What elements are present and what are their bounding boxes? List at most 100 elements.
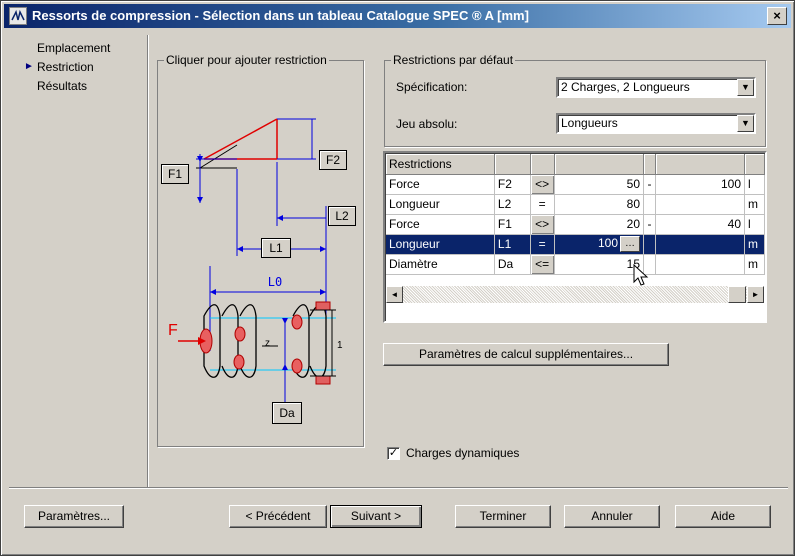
restriction-value-min[interactable]: 100 xyxy=(598,236,618,250)
nav-item-label: Emplacement xyxy=(37,41,111,55)
grid-header-cell[interactable] xyxy=(655,154,746,175)
restriction-symbol[interactable]: L1 xyxy=(494,234,531,255)
restriction-operator-button[interactable]: <> xyxy=(530,214,555,235)
restriction-name[interactable]: Longueur xyxy=(386,194,495,215)
nav-separator xyxy=(147,35,149,487)
restriction-value-min-cell[interactable]: 100… xyxy=(554,234,645,255)
nav-item-resultats[interactable]: Résultats xyxy=(13,79,143,98)
grid-header-cell[interactable] xyxy=(494,154,531,175)
restriction-value-min[interactable]: 20 xyxy=(554,214,645,235)
finish-button[interactable]: Terminer xyxy=(455,505,551,528)
l1-restriction-button[interactable]: L1 xyxy=(261,238,291,258)
restriction-name[interactable]: Force xyxy=(386,174,495,195)
restriction-operator-button[interactable]: = xyxy=(530,234,555,255)
help-button[interactable]: Aide xyxy=(675,505,771,528)
dialog-window: Ressorts de compression - Sélection dans… xyxy=(0,0,795,556)
previous-button[interactable]: < Précédent xyxy=(229,505,327,528)
grid-header-cell[interactable] xyxy=(744,154,765,175)
table-row-selected[interactable]: Longueur L1 = 100… m xyxy=(386,234,765,255)
nav-item-label: Résultats xyxy=(37,79,88,93)
jeu-absolu-select[interactable]: Longueurs ▼ xyxy=(556,113,756,134)
title-bar[interactable]: Ressorts de compression - Sélection dans… xyxy=(4,4,791,28)
specification-label: Spécification: xyxy=(396,80,468,94)
scroll-right-icon[interactable]: ► xyxy=(747,286,764,303)
grid-header-cell[interactable]: Restrictions xyxy=(386,154,495,175)
spring-diagram[interactable]: F1 F2 L2 L1 L0 Da F z 1 xyxy=(160,66,358,442)
edit-cell-icon[interactable]: … xyxy=(620,236,640,252)
restriction-symbol[interactable]: L2 xyxy=(494,194,531,215)
restriction-value-max[interactable] xyxy=(655,234,746,255)
nav-item-restriction[interactable]: ► Restriction xyxy=(13,60,143,79)
table-row[interactable]: Longueur L2 = 80 m xyxy=(386,194,765,215)
close-button[interactable]: × xyxy=(767,7,787,25)
chevron-down-icon[interactable]: ▼ xyxy=(737,79,754,96)
restriction-value-min[interactable]: 50 xyxy=(554,174,645,195)
restriction-unit: m xyxy=(744,254,765,275)
da-restriction-button[interactable]: Da xyxy=(272,402,302,424)
restriction-value-min[interactable]: 15 xyxy=(554,254,645,275)
l0-label[interactable]: L0 xyxy=(260,275,290,291)
grid-header-cell[interactable] xyxy=(554,154,645,175)
close-icon: × xyxy=(773,8,781,23)
restriction-operator-button[interactable]: <> xyxy=(530,174,555,195)
dynamic-loads-checkbox[interactable]: ✓ xyxy=(387,447,400,460)
restrictions-grid[interactable]: Restrictions Force F2 <> 50 - 100 l Long… xyxy=(383,151,767,323)
restriction-unit: l xyxy=(744,174,765,195)
scroll-thumb[interactable] xyxy=(728,286,746,303)
restriction-unit: m xyxy=(744,234,765,255)
grid-horizontal-scrollbar[interactable]: ◄ ► xyxy=(386,286,764,303)
footer-separator xyxy=(9,487,788,489)
window-title: Ressorts de compression - Sélection dans… xyxy=(32,8,529,23)
restriction-name[interactable]: Force xyxy=(386,214,495,235)
restriction-name[interactable]: Diamètre xyxy=(386,254,495,275)
spring-app-icon xyxy=(9,7,27,25)
default-restrictions-legend: Restrictions par défaut xyxy=(393,53,514,67)
restriction-operator-button[interactable]: <= xyxy=(530,254,555,275)
restriction-value-max[interactable]: 40 xyxy=(655,214,746,235)
dynamic-loads-label[interactable]: Charges dynamiques xyxy=(406,446,519,460)
chevron-down-icon[interactable]: ▼ xyxy=(737,115,754,132)
restriction-symbol[interactable]: F2 xyxy=(494,174,531,195)
jeu-absolu-label: Jeu absolu: xyxy=(396,117,458,131)
l2-restriction-button[interactable]: L2 xyxy=(328,206,356,226)
range-dash xyxy=(643,234,656,255)
f2-restriction-button[interactable]: F2 xyxy=(319,150,347,170)
scroll-left-icon[interactable]: ◄ xyxy=(386,286,403,303)
restriction-value-max[interactable] xyxy=(655,194,746,215)
f2-label: F2 xyxy=(325,153,340,167)
table-row[interactable]: Diamètre Da <= 15 m xyxy=(386,254,765,275)
restriction-symbol[interactable]: F1 xyxy=(494,214,531,235)
mouse-cursor-icon xyxy=(633,264,649,286)
next-button[interactable]: Suivant > xyxy=(330,505,422,528)
range-dash: - xyxy=(643,214,656,235)
grid-header-cell[interactable] xyxy=(530,154,555,175)
extra-parameters-button[interactable]: Paramètres de calcul supplémentaires... xyxy=(383,343,669,366)
diagram-group-legend: Cliquer pour ajouter restriction xyxy=(166,53,327,67)
restriction-value-min[interactable]: 80 xyxy=(554,194,645,215)
restriction-operator-button[interactable]: = xyxy=(530,194,555,215)
wizard-nav: Emplacement ► Restriction Résultats xyxy=(13,41,143,98)
restriction-symbol[interactable]: Da xyxy=(494,254,531,275)
specification-select[interactable]: 2 Charges, 2 Longueurs ▼ xyxy=(556,77,756,98)
restriction-name[interactable]: Longueur xyxy=(386,234,495,255)
restriction-value-max[interactable] xyxy=(655,254,746,275)
specification-value: 2 Charges, 2 Longueurs xyxy=(561,80,690,94)
cancel-button[interactable]: Annuler xyxy=(564,505,660,528)
restriction-unit: m xyxy=(744,194,765,215)
grid-header-cell[interactable] xyxy=(643,154,656,175)
z-label: z xyxy=(265,338,270,349)
f1-restriction-button[interactable]: F1 xyxy=(161,164,189,184)
da-label: Da xyxy=(279,406,295,420)
range-dash xyxy=(643,194,656,215)
range-dash: - xyxy=(643,174,656,195)
restriction-value-max[interactable]: 100 xyxy=(655,174,746,195)
table-row[interactable]: Force F1 <> 20 - 40 l xyxy=(386,214,765,235)
parameters-button[interactable]: Paramètres... xyxy=(24,505,124,528)
l2-label: L2 xyxy=(335,209,349,223)
table-row[interactable]: Force F2 <> 50 - 100 l xyxy=(386,174,765,195)
l1-label: L1 xyxy=(269,241,283,255)
f1-label: F1 xyxy=(167,167,182,181)
current-step-arrow-icon: ► xyxy=(24,61,34,72)
force-label: F xyxy=(168,322,178,339)
nav-item-emplacement[interactable]: Emplacement xyxy=(13,41,143,60)
